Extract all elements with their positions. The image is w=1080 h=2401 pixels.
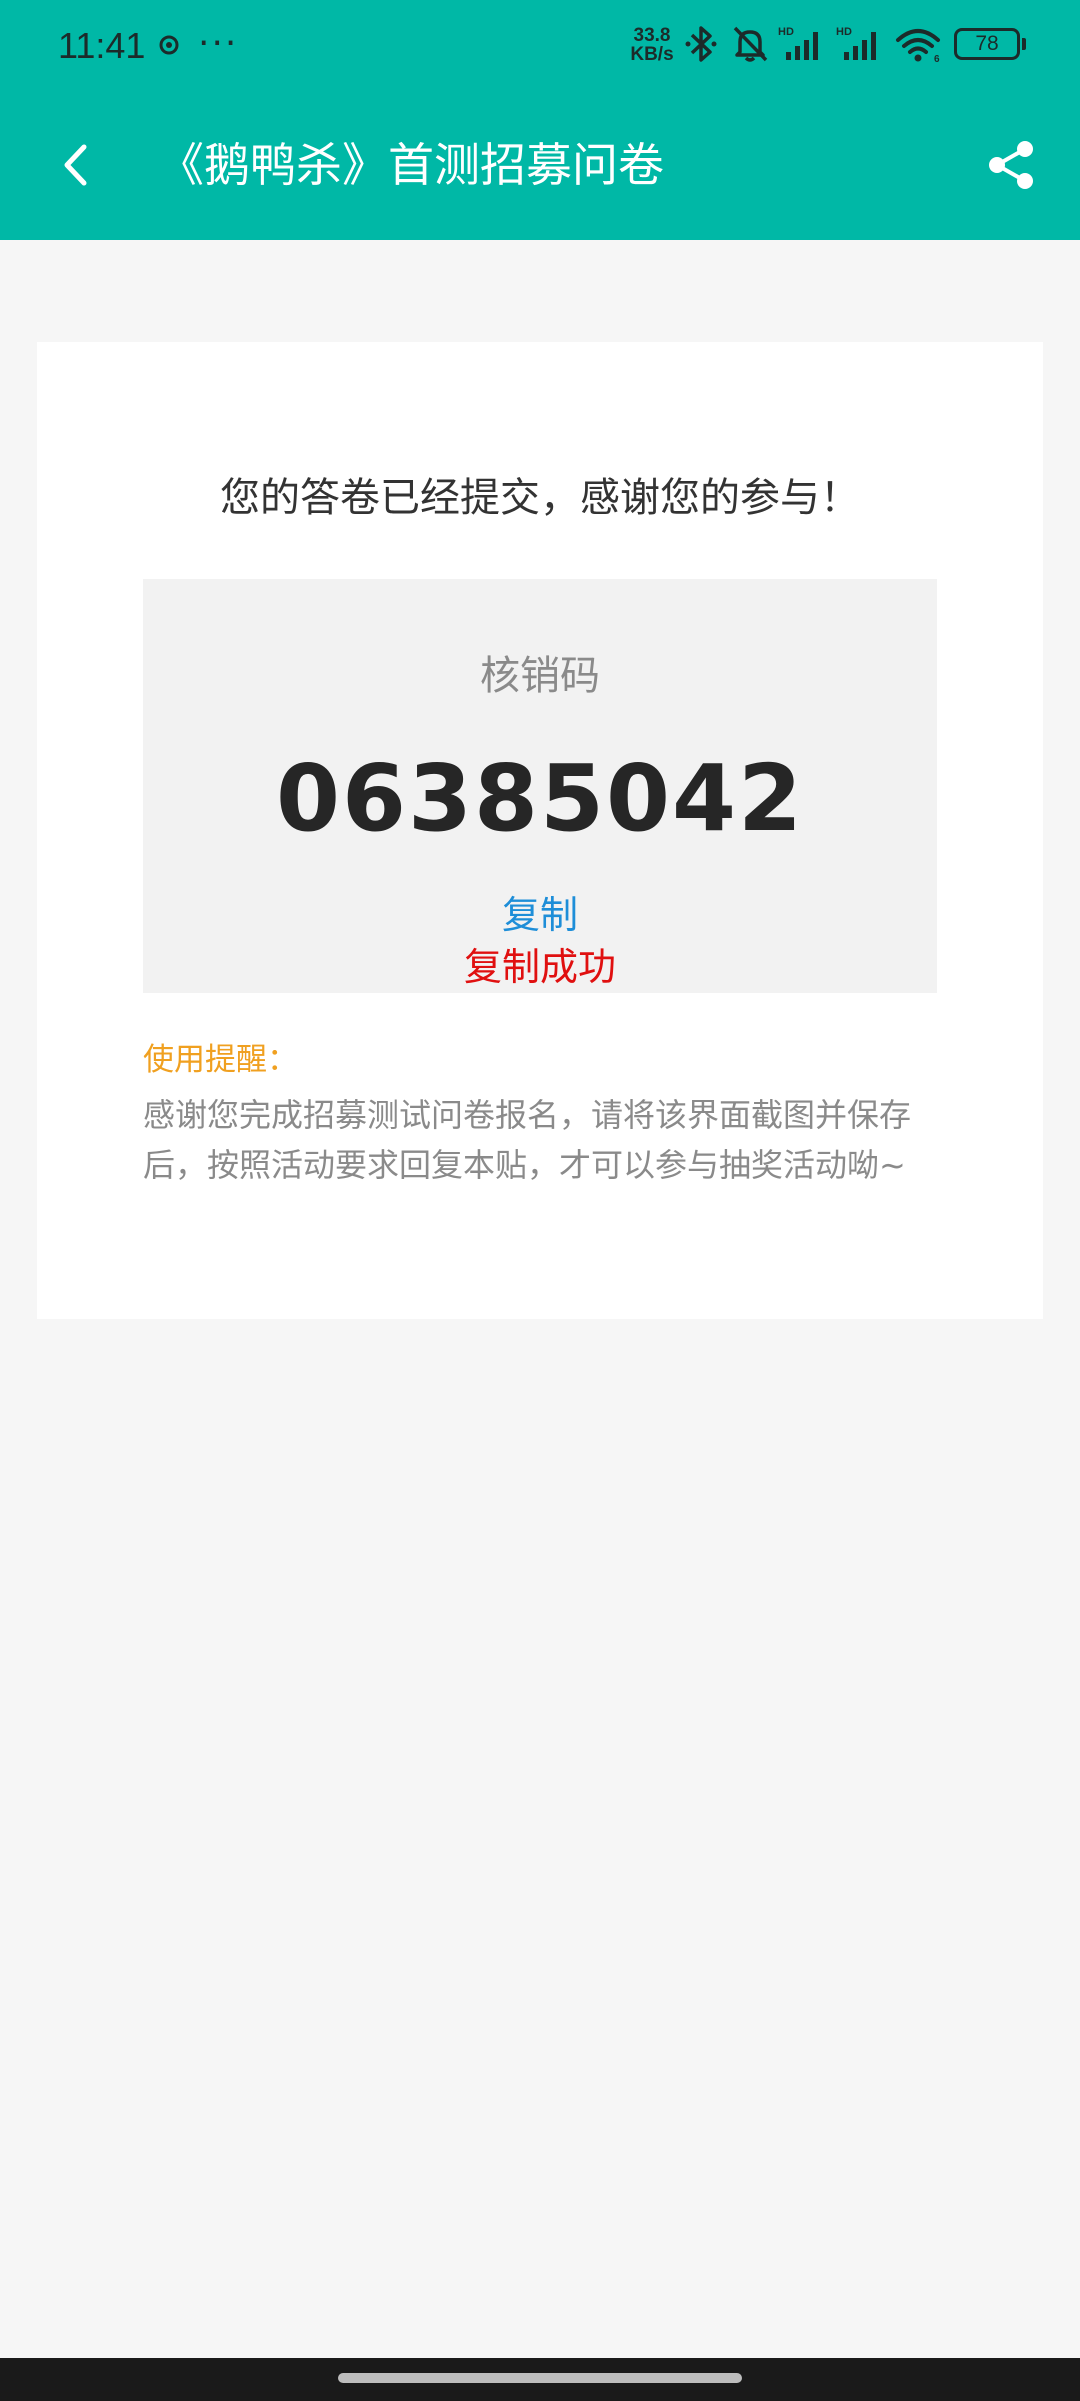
status-more-dots: ··· — [198, 23, 239, 64]
page-title: 《鹅鸭杀》首测招募问卷 — [158, 138, 664, 192]
notification-icon — [159, 35, 179, 55]
svg-text:6: 6 — [934, 54, 940, 64]
home-indicator[interactable] — [338, 2373, 742, 2383]
code-label: 核销码 — [480, 653, 600, 699]
signal-icon: HD — [836, 26, 876, 60]
battery-indicator: 78 — [954, 28, 1026, 60]
code-box: 核销码 06385042 复制 复制成功 — [143, 579, 937, 993]
share-button[interactable] — [978, 132, 1044, 198]
status-time: 11:41 — [58, 25, 146, 66]
thanks-message: 您的答卷已经提交，感谢您的参与！ — [220, 475, 860, 521]
bluetooth-icon — [685, 26, 717, 62]
status-bar: 11:41 ··· 33.8 KB/s HD HD 6 78 — [0, 0, 1080, 90]
back-button[interactable] — [40, 130, 110, 200]
network-speed: 33.8 KB/s — [626, 26, 678, 64]
network-speed-value: 33.8 — [633, 25, 671, 46]
svg-text:HD: HD — [836, 26, 852, 38]
result-card: 您的答卷已经提交，感谢您的参与！ 核销码 06385042 复制 复制成功 使用… — [37, 342, 1043, 1319]
copy-success-message: 复制成功 — [463, 945, 616, 989]
bell-off-icon — [733, 26, 768, 62]
nav-bar: 《鹅鸭杀》首测招募问卷 — [0, 120, 1080, 210]
reminder-body: 感谢您完成招募测试问卷报名，请将该界面截图并保存后，按照活动要求回复本贴，才可以… — [143, 1096, 912, 1184]
app-header: 11:41 ··· 33.8 KB/s HD HD 6 78 《鹅鸭杀》首测招募… — [0, 0, 1080, 240]
system-nav-bar — [0, 2358, 1080, 2401]
signal-icon: HD — [778, 26, 818, 60]
copy-button[interactable]: 复制 — [490, 889, 590, 941]
share-icon — [989, 141, 1033, 189]
redemption-code: 06385042 — [275, 745, 805, 852]
svg-text:HD: HD — [778, 26, 794, 38]
wifi-icon: 6 — [896, 29, 940, 64]
chevron-left-icon — [64, 144, 87, 186]
reminder-title: 使用提醒： — [143, 1042, 298, 1078]
network-speed-unit: KB/s — [630, 44, 674, 65]
